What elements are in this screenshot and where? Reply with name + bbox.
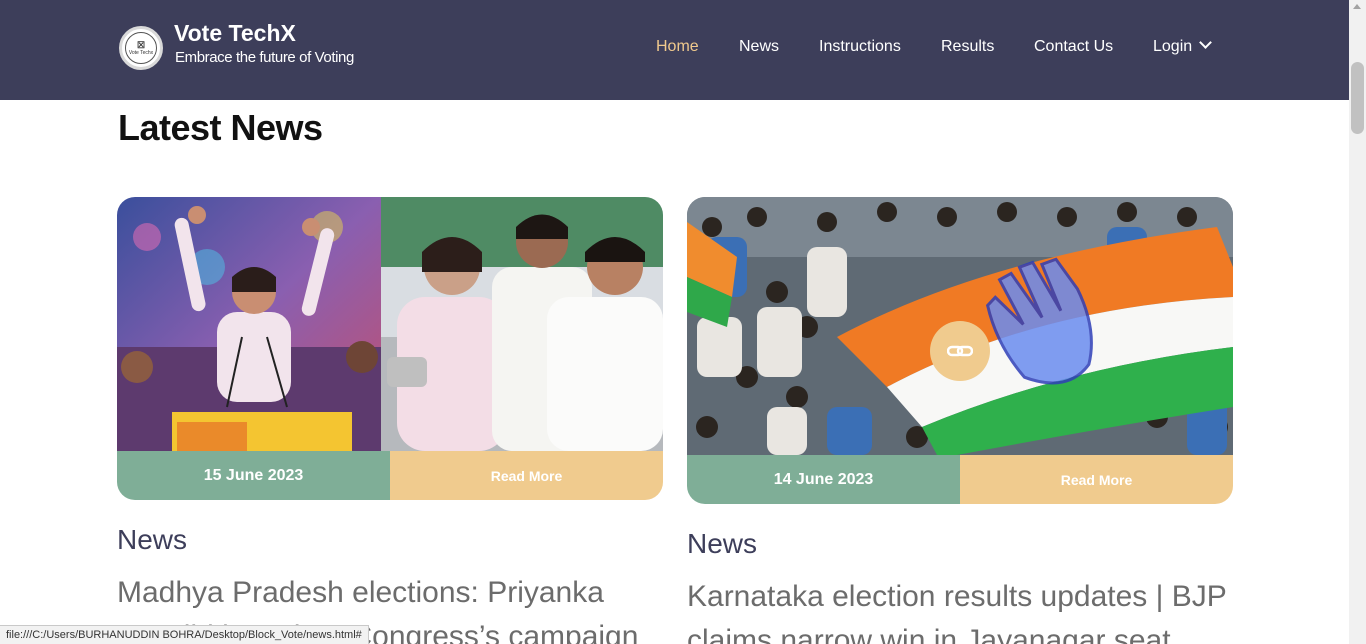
- browser-status-url: file:///C:/Users/BURHANUDDIN BOHRA/Deskt…: [0, 625, 369, 644]
- news-card-2-headline-line1: Karnataka election results updates | BJP: [687, 580, 1227, 613]
- news-card-2-footer: 14 June 2023 Read More: [687, 455, 1233, 504]
- logo-mark-icon: ☒: [136, 39, 146, 50]
- news-card-2-headline[interactable]: Karnataka election results updates | BJP…: [687, 575, 1227, 644]
- news-card-2-read-more-button[interactable]: Read More: [960, 455, 1233, 504]
- nav-contact-us[interactable]: Contact Us: [1034, 38, 1113, 56]
- news-card-2-date: 14 June 2023: [687, 455, 960, 504]
- brand-tagline: Embrace the future of Voting: [175, 49, 354, 66]
- news-card-1-date: 15 June 2023: [117, 451, 390, 500]
- logo-text: Vote Techx: [128, 49, 154, 56]
- nav-home-label: Home: [656, 38, 699, 55]
- link-icon[interactable]: [930, 321, 990, 381]
- nav-results-label: Results: [941, 38, 995, 55]
- news-card-1-image[interactable]: [117, 197, 663, 451]
- page-scrollbar[interactable]: [1349, 0, 1366, 644]
- news-card-1-headline-line1: Madhya Pradesh elections: Priyanka: [117, 576, 604, 609]
- logo-emblem: ☒ Vote Techx: [125, 32, 157, 64]
- brand-title[interactable]: Vote TechX: [174, 20, 296, 47]
- nav-login-label: Login: [1153, 38, 1193, 55]
- nav-instructions-label: Instructions: [819, 38, 901, 55]
- nav-instructions[interactable]: Instructions: [819, 38, 901, 56]
- scroll-thumb[interactable]: [1351, 62, 1364, 134]
- nav-news[interactable]: News: [739, 38, 779, 56]
- news-card-1-category: News: [117, 524, 188, 555]
- news-card-1-footer: 15 June 2023 Read More: [117, 451, 663, 500]
- nav-results[interactable]: Results: [941, 38, 994, 56]
- section-title: Latest News: [118, 107, 323, 148]
- scroll-up-arrow-icon[interactable]: [1353, 4, 1361, 9]
- news-card-1-read-more-button[interactable]: Read More: [390, 451, 663, 500]
- nav-login-dropdown[interactable]: Login: [1153, 36, 1213, 56]
- rally-photo: [117, 197, 663, 451]
- chain-link-icon: [947, 345, 973, 357]
- site-logo[interactable]: ☒ Vote Techx: [119, 26, 163, 70]
- nav-contact-label: Contact Us: [1034, 38, 1114, 55]
- news-card-2-headline-line2: claims narrow win in Jayanagar seat: [687, 624, 1171, 644]
- news-card-2-category: News: [687, 528, 758, 559]
- nav-home[interactable]: Home: [656, 38, 699, 56]
- site-header: ☒ Vote Techx Vote TechX Embrace the futu…: [0, 0, 1349, 100]
- chevron-down-icon: [1199, 36, 1213, 49]
- nav-news-label: News: [739, 38, 780, 55]
